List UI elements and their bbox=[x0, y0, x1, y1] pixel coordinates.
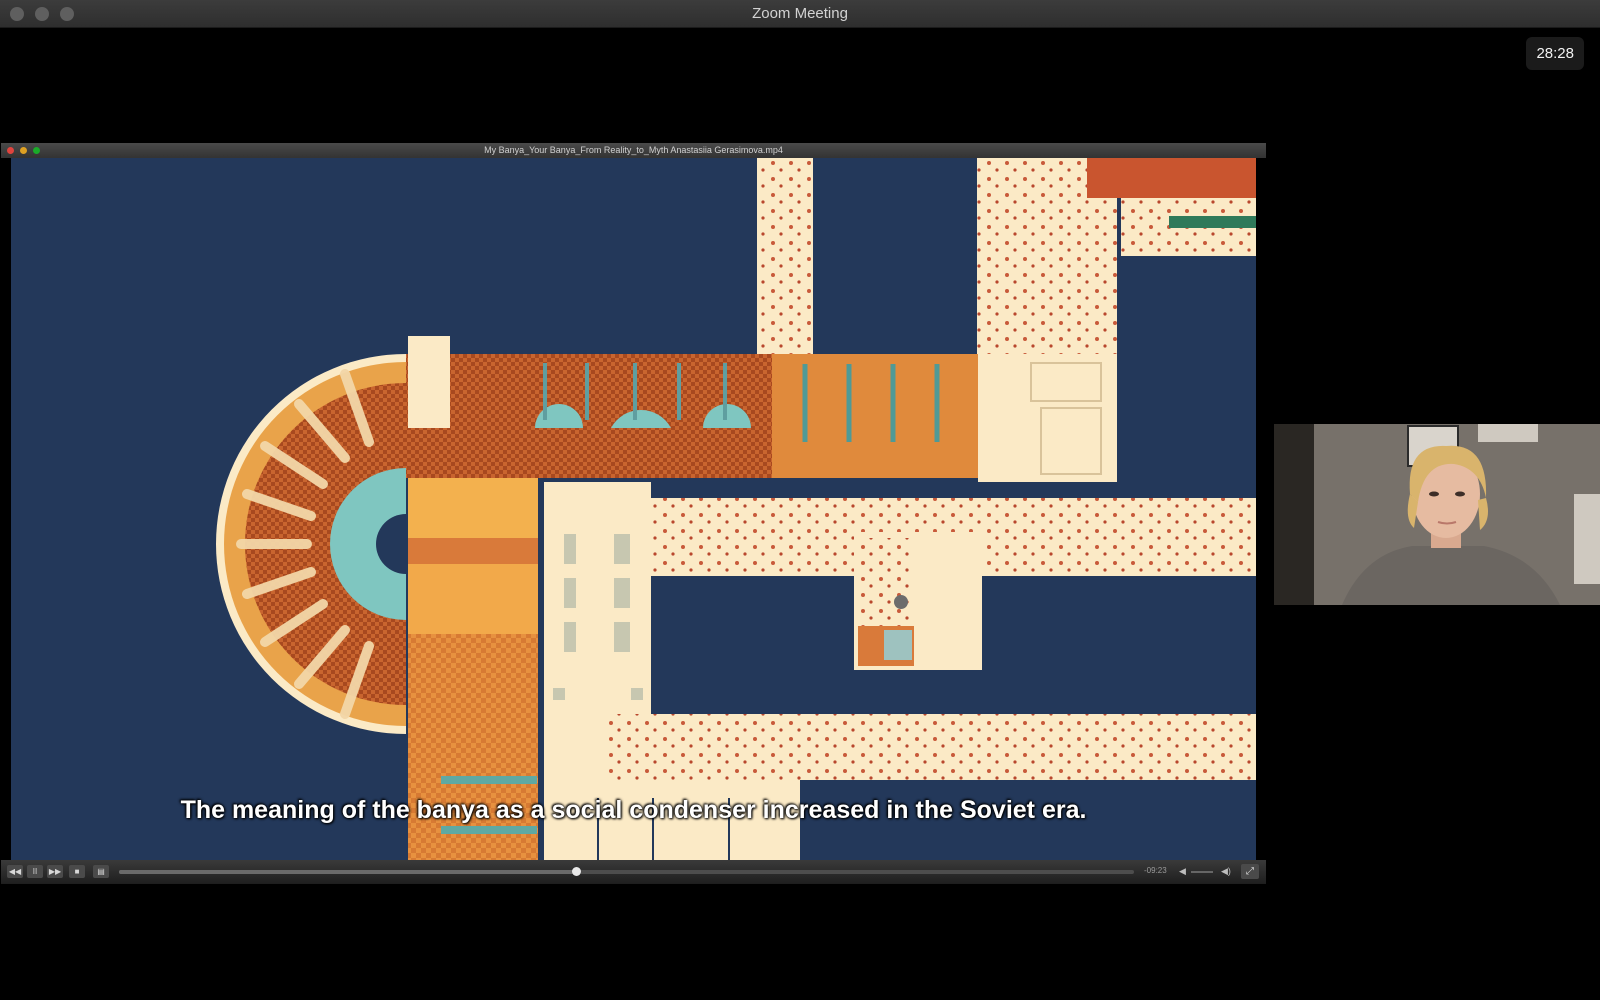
volume-low-icon[interactable]: ◀ bbox=[1179, 866, 1186, 877]
video-file-name: My Banya_Your Banya_From Reality_to_Myth… bbox=[484, 145, 783, 155]
playback-progress-fill bbox=[119, 870, 576, 874]
player-controls: ◀◀ II ▶▶ ■ ▤ -09:23 ◀ ◀) ⤢ bbox=[1, 860, 1266, 884]
player-title-bar: My Banya_Your Banya_From Reality_to_Myth… bbox=[1, 143, 1266, 158]
volume-high-icon[interactable]: ◀) bbox=[1221, 866, 1231, 877]
zoom-title-bar: Zoom Meeting bbox=[0, 0, 1600, 28]
shared-screen-video-player: My Banya_Your Banya_From Reality_to_Myth… bbox=[1, 143, 1266, 884]
stop-button[interactable]: ■ bbox=[69, 865, 85, 878]
window-title: Zoom Meeting bbox=[752, 5, 848, 22]
meeting-timer: 28:28 bbox=[1526, 37, 1584, 70]
rewind-button[interactable]: ◀◀ bbox=[7, 865, 23, 878]
playback-scrubber-knob[interactable] bbox=[571, 867, 581, 876]
video-subtitle: The meaning of the banya as a social con… bbox=[180, 796, 1087, 824]
participant-video-tile[interactable] bbox=[1274, 424, 1600, 605]
captions-button[interactable]: ▤ bbox=[93, 865, 109, 878]
fast-forward-button[interactable]: ▶▶ bbox=[47, 865, 63, 878]
banya-floor-plan-illustration bbox=[216, 158, 1256, 860]
participant-avatar bbox=[1274, 424, 1600, 605]
video-frame[interactable]: The meaning of the banya as a social con… bbox=[11, 158, 1256, 860]
pause-button[interactable]: II bbox=[27, 865, 43, 878]
playback-scrubber[interactable] bbox=[119, 867, 1134, 876]
volume-slider[interactable] bbox=[1191, 871, 1213, 873]
fullscreen-button[interactable]: ⤢ bbox=[1241, 864, 1259, 879]
remaining-time: -09:23 bbox=[1144, 866, 1167, 875]
